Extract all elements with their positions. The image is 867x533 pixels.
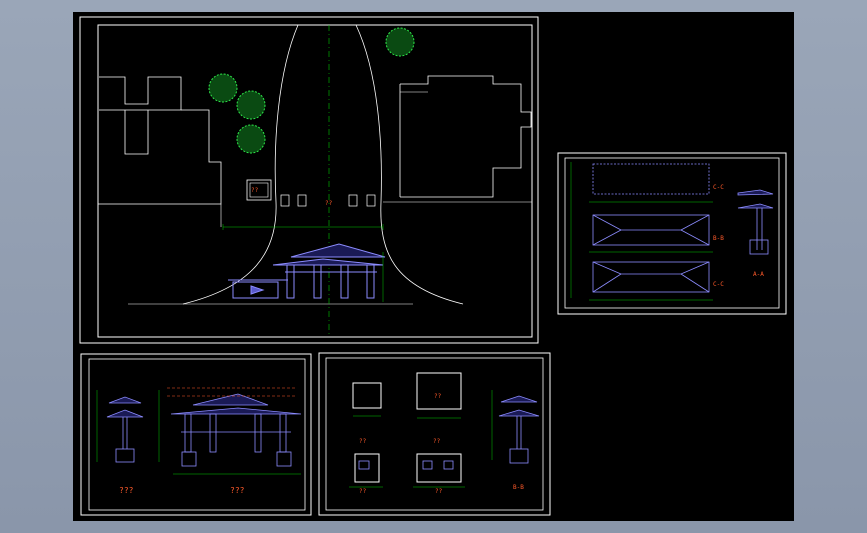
elevation-label-2: ???	[230, 486, 245, 495]
elevations-sheet	[80, 353, 312, 516]
section-label: A-A	[753, 271, 764, 278]
guardhouse-label-3: ??	[359, 488, 367, 495]
site-plan-sheet	[79, 16, 539, 344]
plan-label-1: C-C	[713, 184, 724, 191]
guardhouse-label-4: ??	[435, 488, 443, 495]
site-plan-label: ??	[325, 200, 333, 207]
elevation-label-1: ???	[119, 486, 134, 495]
guardhouse-label-5: B-B	[513, 484, 524, 491]
plan-label-3: C-C	[713, 281, 724, 288]
guard-booth-label: ??	[251, 187, 259, 194]
plans-sheet	[557, 152, 787, 315]
guardhouse-label-2: ??	[433, 438, 441, 445]
room-label: ??	[434, 393, 442, 400]
plan-label-2: B-B	[713, 235, 724, 242]
drawing-canvas[interactable]: ?? ?? C-C B-B C-C A-A ??? ??? ?? ?? ?? ?…	[73, 12, 794, 521]
guardhouse-label-1: ??	[359, 438, 367, 445]
